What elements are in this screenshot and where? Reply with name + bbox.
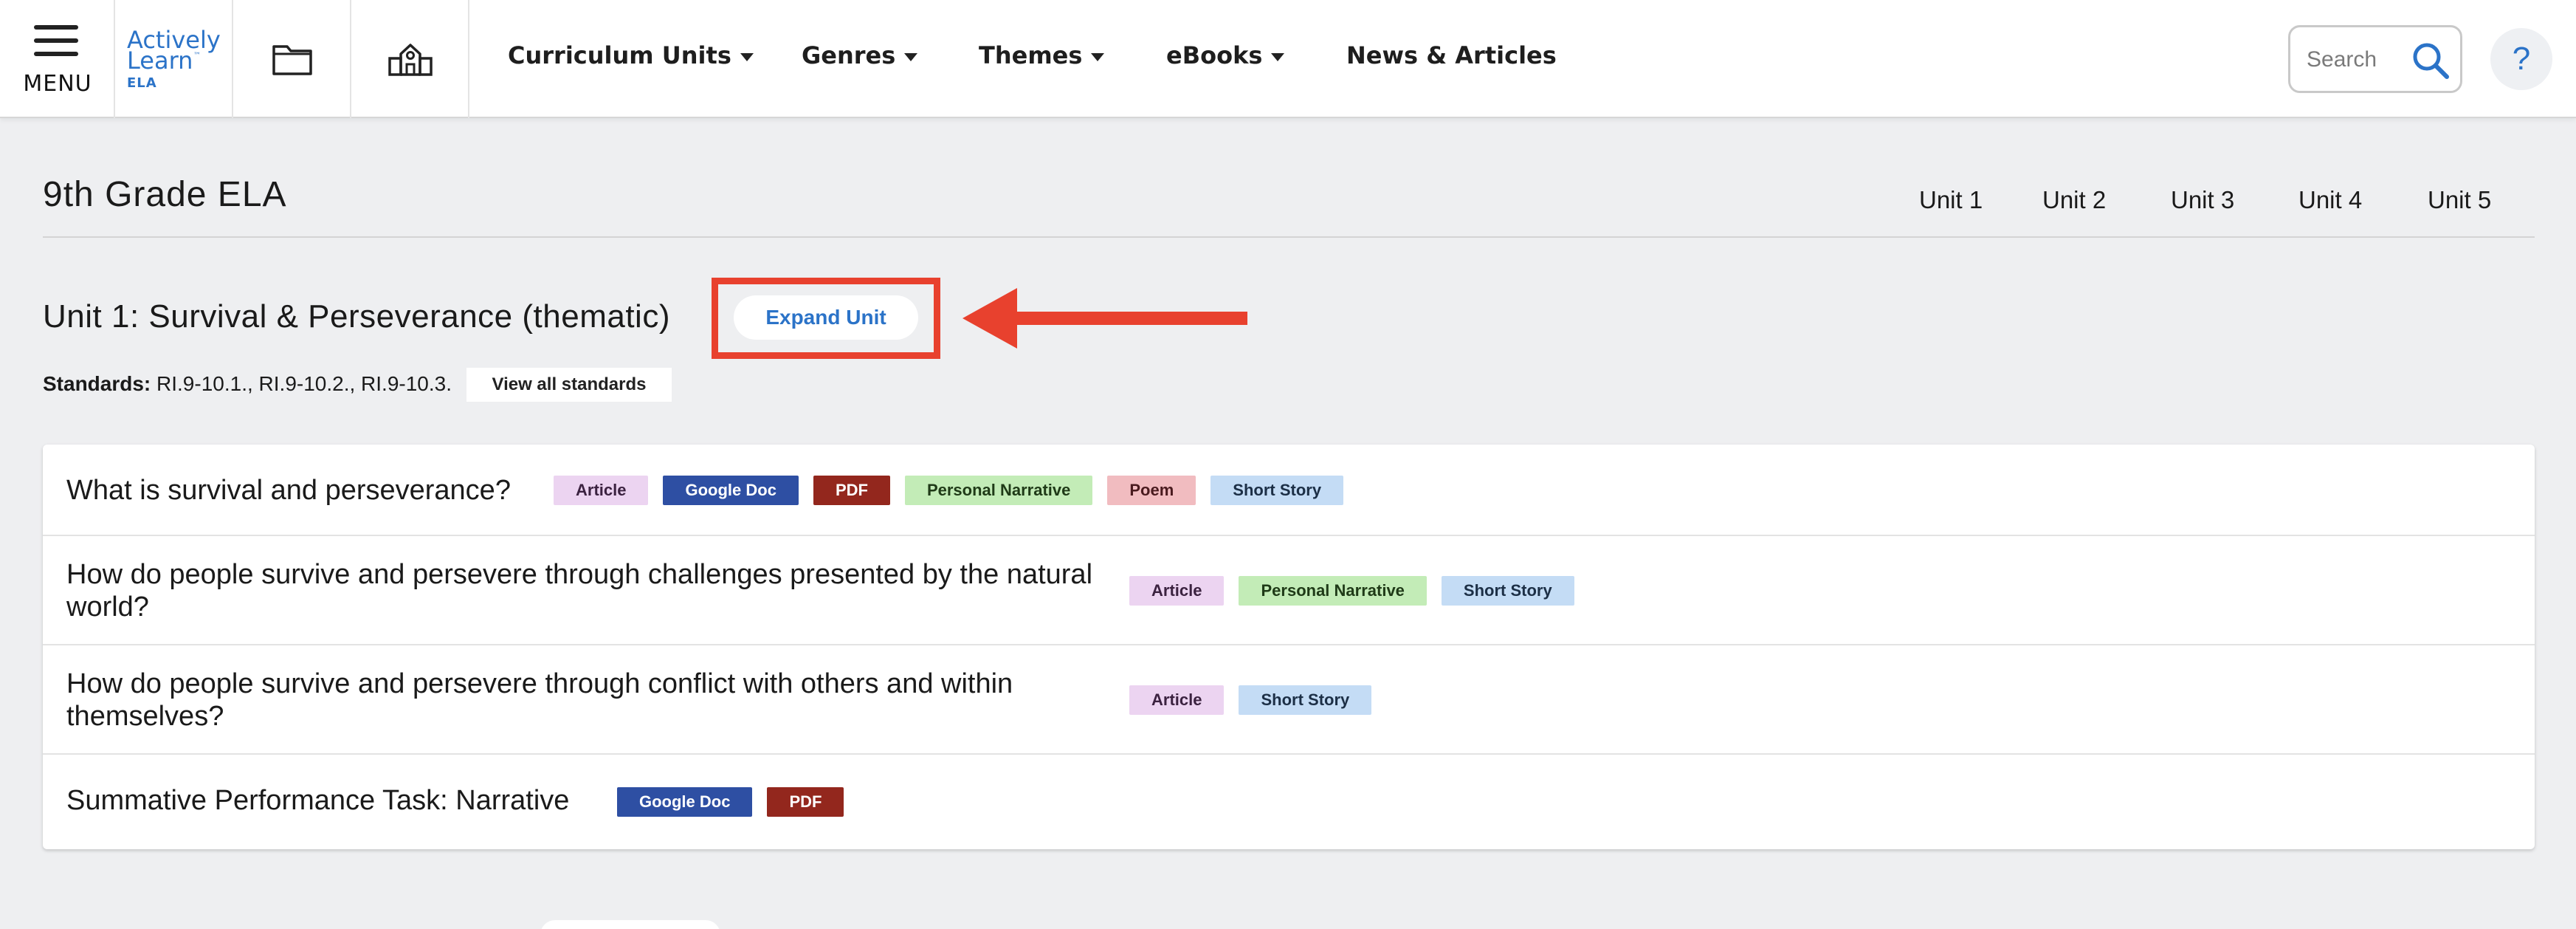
search-icon[interactable] bbox=[2408, 39, 2453, 83]
hamburger-icon bbox=[34, 25, 78, 58]
header-divider bbox=[43, 236, 2535, 238]
tab-unit-3[interactable]: Unit 3 bbox=[2171, 186, 2234, 214]
lesson-title: What is survival and perseverance? bbox=[66, 475, 511, 506]
tab-unit-2[interactable]: Unit 2 bbox=[2042, 186, 2106, 214]
tag-google-doc: Google Doc bbox=[663, 476, 799, 505]
nav-news-articles-label: News & Articles bbox=[1346, 41, 1557, 69]
logo-text-learn: Learn bbox=[127, 47, 193, 75]
school-button[interactable] bbox=[353, 0, 469, 118]
nav-curriculum-units[interactable]: Curriculum Units bbox=[508, 41, 754, 74]
lesson-list: What is survival and perseverance? Artic… bbox=[43, 445, 2535, 849]
tag-pdf: PDF bbox=[813, 476, 890, 505]
menu-label: MENU bbox=[23, 71, 92, 97]
standards-line: Standards: RI.9-10.1., RI.9-10.2., RI.9-… bbox=[43, 372, 452, 396]
tab-unit-4[interactable]: Unit 4 bbox=[2298, 186, 2362, 214]
nav-ebooks-label: eBooks bbox=[1166, 41, 1263, 69]
app-logo[interactable]: Actively Learn ™ ELA bbox=[117, 0, 233, 118]
tab-unit-5[interactable]: Unit 5 bbox=[2428, 186, 2491, 214]
tag-short-story: Short Story bbox=[1441, 576, 1574, 606]
top-nav: MENU Actively Learn ™ ELA Curriculum Uni… bbox=[0, 0, 2576, 118]
tag-short-story: Short Story bbox=[1239, 685, 1372, 715]
nav-ebooks[interactable]: eBooks bbox=[1166, 41, 1285, 74]
lesson-row[interactable]: Summative Performance Task: Narrative Go… bbox=[43, 755, 2535, 849]
lesson-title: How do people survive and persevere thro… bbox=[66, 559, 1093, 623]
tag-article: Article bbox=[554, 476, 649, 505]
tag-pdf: PDF bbox=[767, 787, 844, 817]
lesson-tags: Google Doc PDF bbox=[617, 787, 844, 817]
lesson-tags: Article Google Doc PDF Personal Narrativ… bbox=[554, 476, 1344, 505]
lesson-tags: Article Personal Narrative Short Story bbox=[1129, 576, 1574, 606]
tag-google-doc: Google Doc bbox=[617, 787, 753, 817]
nav-curriculum-units-label: Curriculum Units bbox=[508, 41, 731, 69]
menu-button[interactable]: MENU bbox=[0, 0, 115, 118]
lesson-title: Summative Performance Task: Narrative bbox=[66, 785, 570, 816]
caret-down-icon bbox=[740, 52, 754, 61]
tab-unit-1[interactable]: Unit 1 bbox=[1919, 186, 1983, 214]
tag-article: Article bbox=[1129, 576, 1225, 606]
help-icon[interactable]: ? bbox=[2490, 28, 2552, 90]
caret-down-icon bbox=[1271, 52, 1285, 61]
page-title: 9th Grade ELA bbox=[43, 175, 287, 214]
tag-personal-narrative: Personal Narrative bbox=[904, 476, 1093, 505]
expand-unit-button[interactable]: Expand Unit bbox=[734, 295, 918, 340]
tag-personal-narrative: Personal Narrative bbox=[1239, 576, 1427, 606]
unit-heading: Unit 1: Survival & Perseverance (themati… bbox=[43, 298, 670, 335]
caret-down-icon bbox=[904, 52, 918, 61]
nav-news-articles[interactable]: News & Articles bbox=[1346, 41, 1557, 74]
search-box bbox=[2288, 25, 2462, 93]
view-all-standards-button[interactable]: View all standards bbox=[466, 368, 672, 402]
nav-themes-label: Themes bbox=[979, 41, 1083, 69]
search-input[interactable] bbox=[2307, 42, 2403, 78]
logo-trademark: ™ bbox=[193, 52, 201, 60]
standards-value: RI.9-10.1., RI.9-10.2., RI.9-10.3. bbox=[156, 372, 452, 395]
lesson-row[interactable]: How do people survive and persevere thro… bbox=[43, 645, 2535, 755]
school-icon bbox=[388, 44, 433, 76]
logo-subtitle: ELA bbox=[127, 75, 157, 91]
standards-label: Standards: bbox=[43, 372, 151, 395]
nav-genres[interactable]: Genres bbox=[802, 41, 918, 74]
nav-themes[interactable]: Themes bbox=[979, 41, 1105, 74]
tag-article: Article bbox=[1129, 685, 1225, 715]
caret-down-icon bbox=[1091, 52, 1105, 61]
lesson-row[interactable]: What is survival and perseverance? Artic… bbox=[43, 445, 2535, 536]
partial-button[interactable] bbox=[540, 920, 720, 929]
tag-poem: Poem bbox=[1107, 476, 1196, 505]
arrow-left-icon bbox=[962, 288, 1247, 349]
tag-short-story: Short Story bbox=[1210, 476, 1344, 505]
folder-icon bbox=[272, 45, 312, 75]
lesson-row[interactable]: How do people survive and persevere thro… bbox=[43, 536, 2535, 645]
lesson-tags: Article Short Story bbox=[1129, 685, 1372, 715]
lesson-title: How do people survive and persevere thro… bbox=[66, 668, 1013, 732]
folder-button[interactable] bbox=[235, 0, 351, 118]
nav-genres-label: Genres bbox=[802, 41, 896, 69]
